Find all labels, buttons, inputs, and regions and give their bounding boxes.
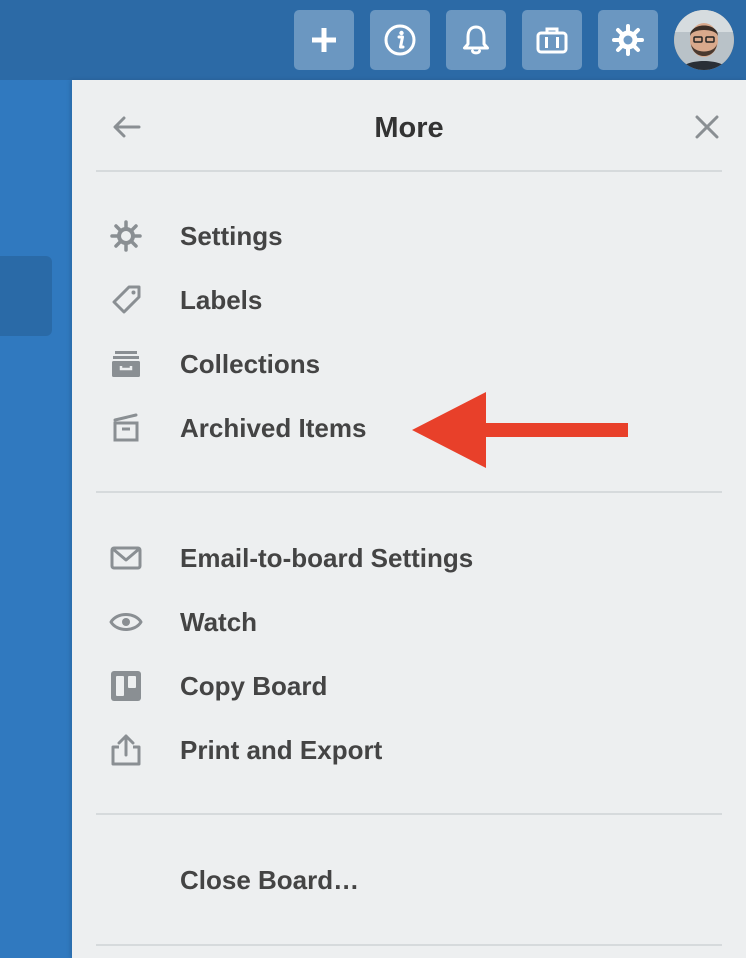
email-icon [102,532,150,584]
add-button[interactable] [294,10,354,70]
menu-item-copy-board[interactable]: Copy Board [102,660,702,712]
menu-item-collections[interactable]: Collections [102,338,702,390]
gear-icon [102,210,150,262]
menu-item-label: Settings [180,220,283,251]
bell-icon [463,25,489,55]
menu-item-label: Close Board… [180,864,360,895]
menu-item-settings[interactable]: Settings [102,210,702,262]
board-icon [102,660,150,712]
gear-icon [612,24,644,56]
board-list-stub[interactable] [0,256,52,336]
collection-icon [102,338,150,390]
more-menu-panel: More Settings Labels Collections Archive… [72,80,746,958]
divider [96,813,722,815]
divider [96,944,722,946]
share-icon [102,724,150,776]
briefcase-icon [536,27,568,54]
menu-item-label: Collections [180,348,321,379]
menu-item-email-to-board-settings[interactable]: Email-to-board Settings [102,532,702,584]
close-button[interactable] [690,110,724,144]
menu-item-label: Archived Items [180,412,367,443]
menu-item-labels[interactable]: Labels [102,274,702,326]
top-header [0,0,746,80]
divider [96,170,722,172]
board-canvas [0,80,72,958]
info-icon [384,24,416,56]
avatar-photo-icon [674,10,734,70]
tag-icon [102,274,150,326]
red-arrow-icon [412,392,628,468]
menu-item-print-and-export[interactable]: Print and Export [102,724,702,776]
menu-item-watch[interactable]: Watch [102,596,702,648]
menu-item-label: Labels [180,284,263,315]
archive-icon [102,402,150,454]
boards-button[interactable] [522,10,582,70]
plus-icon [312,28,336,52]
menu-item-label: Watch [180,606,258,637]
notifications-button[interactable] [446,10,506,70]
close-icon [695,115,719,139]
info-button[interactable] [370,10,430,70]
menu-item-close-board[interactable]: Close Board… [102,854,702,906]
eye-icon [102,596,150,648]
settings-button[interactable] [598,10,658,70]
menu-item-label: Email-to-board Settings [180,542,474,573]
menu-icon-placeholder [102,854,150,906]
menu-item-label: Print and Export [180,734,383,765]
divider [96,491,722,493]
user-avatar[interactable] [674,10,734,70]
panel-title: More [374,112,444,144]
menu-item-label: Copy Board [180,670,328,701]
